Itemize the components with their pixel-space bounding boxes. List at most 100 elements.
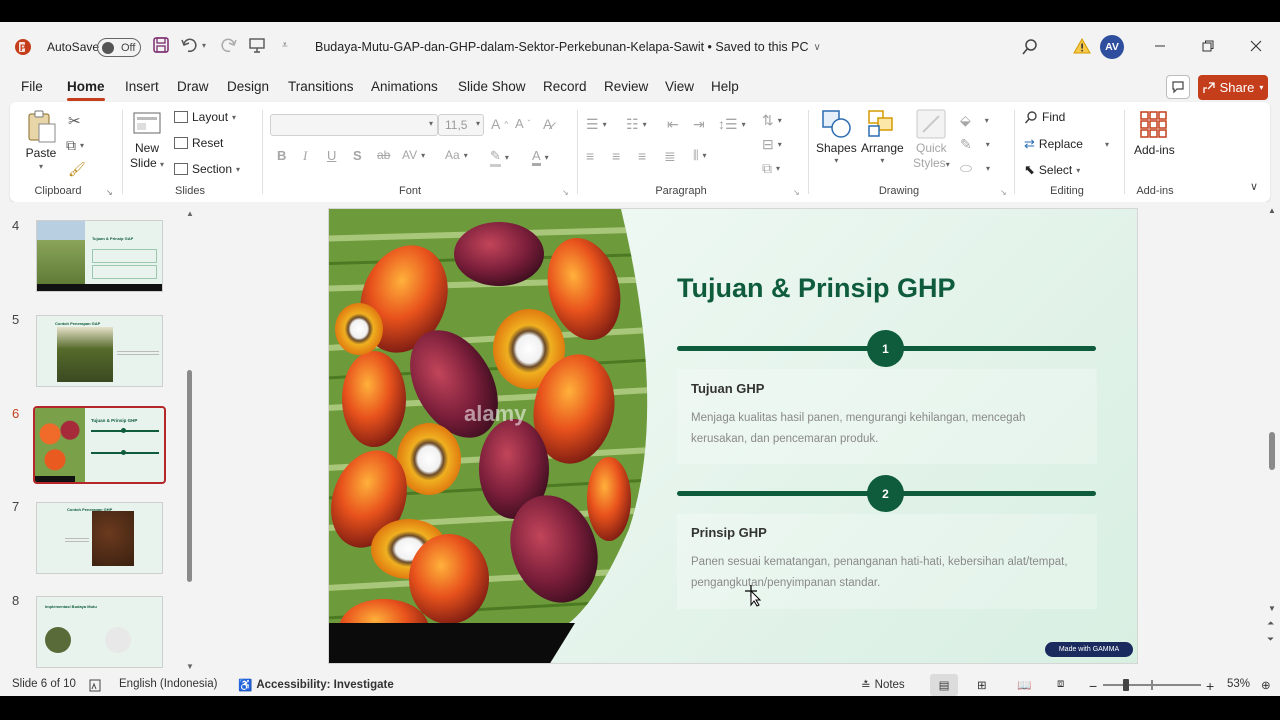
scroll-up-icon[interactable]: ▲ xyxy=(1268,206,1276,215)
paste-button[interactable]: Paste ▾ xyxy=(25,110,57,171)
slide-thumbnail-5[interactable]: Contoh Penerapan GAP xyxy=(36,315,163,387)
text-direction-icon[interactable]: ⇅ ▾ xyxy=(762,112,782,129)
slide-thumbnail-8[interactable]: Implementasi Budaya Mutu xyxy=(36,596,163,668)
tab-record[interactable]: Record xyxy=(543,79,587,94)
smartart-icon[interactable]: ⧉ ▾ xyxy=(762,160,780,177)
select-button[interactable]: ⬉ Select ▾ xyxy=(1024,162,1080,178)
shape-effects-icon[interactable]: ⬭ ▾ xyxy=(960,160,990,177)
search-icon[interactable] xyxy=(1021,38,1039,56)
accessibility-button[interactable]: ♿ Accessibility: Investigate xyxy=(238,678,394,692)
slide-counter[interactable]: Slide 6 of 10 xyxy=(12,678,76,690)
section-button[interactable]: Section ▾ xyxy=(174,162,240,176)
redo-icon[interactable] xyxy=(218,36,238,54)
thumbnail-scrollbar-thumb[interactable] xyxy=(187,370,192,582)
previous-slide-icon[interactable]: ⏶ xyxy=(1267,618,1274,629)
zoom-slider-thumb[interactable] xyxy=(1123,679,1129,691)
minimize-icon[interactable] xyxy=(1153,39,1167,53)
tab-animations[interactable]: Animations xyxy=(371,79,438,94)
change-case-icon[interactable]: Aa ▾ xyxy=(445,148,468,162)
normal-view-button[interactable]: ▤ xyxy=(930,674,958,696)
fit-to-window-icon[interactable]: ⊕ xyxy=(1261,678,1271,692)
arrange-button[interactable]: Arrange ▾ xyxy=(861,108,904,165)
undo-icon[interactable] xyxy=(180,36,200,54)
tab-draw[interactable]: Draw xyxy=(177,79,209,94)
restore-icon[interactable] xyxy=(1201,39,1215,53)
decrease-indent-icon[interactable]: ⇤ xyxy=(667,116,679,133)
slide-thumbnail-7[interactable]: Contoh Penerapan GHP xyxy=(36,502,163,574)
reset-button[interactable]: Reset xyxy=(174,136,223,150)
zoom-in-button[interactable]: + xyxy=(1206,678,1214,694)
paragraph-launcher-icon[interactable]: ↘ xyxy=(793,188,800,197)
scroll-up-icon[interactable]: ▲ xyxy=(186,209,194,218)
section-heading[interactable]: Tujuan GHP xyxy=(691,381,764,396)
next-slide-icon[interactable]: ⏷ xyxy=(1267,634,1274,645)
font-size-combo[interactable]: 11,5 ▾ xyxy=(438,114,484,136)
font-family-combo[interactable]: ▾ xyxy=(270,114,438,136)
section-heading[interactable]: Prinsip GHP xyxy=(691,525,767,540)
language-indicator[interactable]: English (Indonesia) xyxy=(119,678,217,690)
shape-fill-icon[interactable]: ⬙ ▾ xyxy=(960,112,989,129)
underline-icon[interactable]: U xyxy=(327,148,336,163)
align-right-icon[interactable]: ≡ xyxy=(638,148,646,164)
bold-icon[interactable]: B xyxy=(277,148,286,163)
text-shadow-icon[interactable]: S xyxy=(353,148,362,163)
highlight-icon[interactable]: ✎ ▾ xyxy=(490,148,509,167)
format-painter-button[interactable]: 🖌 xyxy=(68,161,86,178)
character-spacing-icon[interactable]: AV ▾ xyxy=(402,148,425,162)
scroll-down-icon[interactable]: ▼ xyxy=(186,662,194,671)
reading-view-button[interactable]: 📖 xyxy=(1017,678,1031,692)
new-slide-button[interactable]: New Slide ▾ xyxy=(130,110,164,170)
customize-toolbar-icon[interactable]: ⩡ xyxy=(282,40,288,51)
save-icon[interactable] xyxy=(152,36,170,54)
tab-review[interactable]: Review xyxy=(604,79,648,94)
line-spacing-icon[interactable]: ↕☰ ▾ xyxy=(718,116,746,133)
tab-insert[interactable]: Insert xyxy=(125,79,159,94)
font-launcher-icon[interactable]: ↘ xyxy=(562,188,569,197)
scroll-down-icon[interactable]: ▼ xyxy=(1268,604,1276,613)
notes-button[interactable]: ≛ Notes xyxy=(861,678,905,692)
vertical-scrollbar[interactable]: ▲ ▼ ⏶ ⏷ xyxy=(1264,202,1280,668)
close-icon[interactable] xyxy=(1249,39,1263,53)
tab-home[interactable]: Home xyxy=(67,79,105,101)
bullets-icon[interactable]: ☰ ▾ xyxy=(586,116,607,133)
slide-title[interactable]: Tujuan & Prinsip GHP xyxy=(677,273,956,304)
numbering-icon[interactable]: ☷ ▾ xyxy=(626,116,647,133)
section-body[interactable]: Menjaga kualitas hasil panen, mengurangi… xyxy=(691,408,1071,450)
grow-font-icon[interactable]: A ^ xyxy=(491,116,508,132)
align-text-icon[interactable]: ⊟ ▾ xyxy=(762,136,782,153)
drawing-launcher-icon[interactable]: ↘ xyxy=(1000,188,1007,197)
undo-dropdown-icon[interactable]: ▾ xyxy=(202,41,206,50)
autosave-toggle[interactable]: Off xyxy=(97,38,141,57)
tab-transitions[interactable]: Transitions xyxy=(288,79,354,94)
align-center-icon[interactable]: ≡ xyxy=(612,148,620,164)
zoom-out-button[interactable]: − xyxy=(1089,678,1097,694)
shape-outline-icon[interactable]: ✎ ▾ xyxy=(960,136,990,153)
shrink-font-icon[interactable]: Aˇ xyxy=(515,116,530,131)
slide-thumbnail-4[interactable]: Tujuan & Prinsip GAP xyxy=(36,220,163,292)
tab-help[interactable]: Help xyxy=(711,79,739,94)
tab-file[interactable]: File xyxy=(21,79,43,94)
layout-button[interactable]: Layout ▾ xyxy=(174,110,236,124)
share-button[interactable]: Share ▾ xyxy=(1198,75,1268,100)
replace-button[interactable]: ⇄ Replace ▾ xyxy=(1024,136,1109,152)
slide-sorter-button[interactable]: ⊞ xyxy=(977,678,987,692)
cut-button[interactable]: ✂ xyxy=(68,112,81,130)
find-button[interactable]: Find xyxy=(1024,110,1065,124)
font-color-icon[interactable]: A ▾ xyxy=(532,148,549,166)
document-title[interactable]: Budaya-Mutu-GAP-dan-GHP-dalam-Sektor-Per… xyxy=(315,40,821,54)
add-ins-button[interactable]: Add-ins xyxy=(1134,110,1175,157)
columns-icon[interactable]: ⫼ ▾ xyxy=(693,148,707,163)
made-with-gamma-badge[interactable]: Made with GAMMA xyxy=(1045,642,1133,657)
shapes-button[interactable]: Shapes ▾ xyxy=(816,108,857,165)
copy-button[interactable]: ⧉ ▾ xyxy=(66,137,84,154)
slide-canvas[interactable]: alamy Tujuan & Prinsip GHP 1 Tujuan GHP … xyxy=(328,208,1138,664)
italic-icon[interactable]: I xyxy=(303,148,307,164)
tab-view[interactable]: View xyxy=(665,79,694,94)
align-left-icon[interactable]: ≡ xyxy=(586,148,594,164)
justify-icon[interactable]: ≣ xyxy=(664,148,676,165)
strikethrough-icon[interactable]: ab xyxy=(377,148,390,162)
increase-indent-icon[interactable]: ⇥ xyxy=(693,116,705,133)
scrollbar-thumb[interactable] xyxy=(1269,432,1275,470)
tab-slide-show[interactable]: Slide Show xyxy=(458,79,526,94)
warning-icon[interactable] xyxy=(1073,37,1091,55)
